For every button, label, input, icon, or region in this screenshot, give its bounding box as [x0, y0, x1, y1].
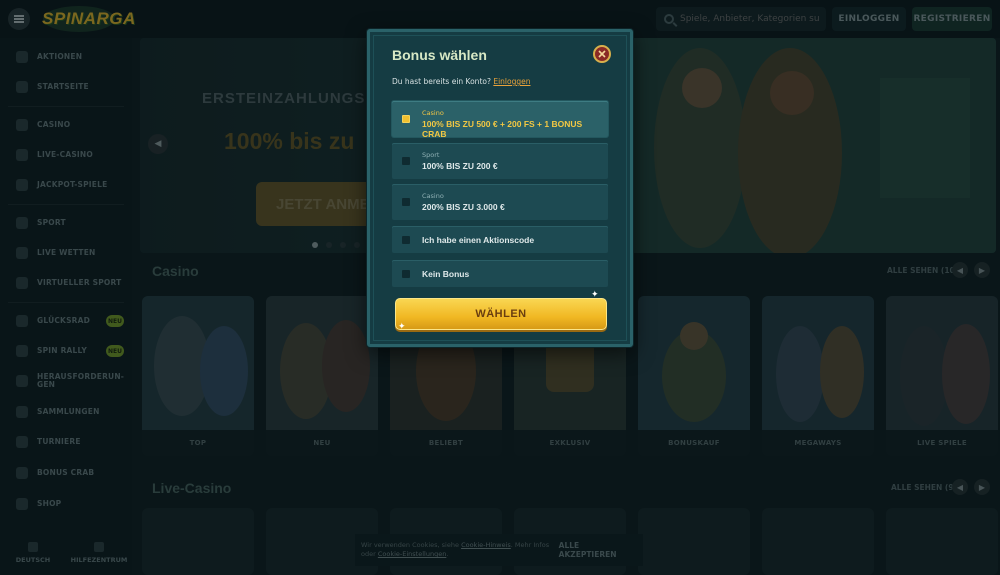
option-value: Kein Bonus [422, 269, 470, 279]
option-value: Ich habe einen Aktionscode [422, 235, 535, 245]
option-checkbox[interactable] [402, 198, 410, 206]
option-checkbox[interactable] [402, 235, 410, 244]
account-question: Du hast bereits ein Konto? [392, 77, 491, 86]
account-prompt: Du hast bereits ein Konto? Einloggen [392, 77, 530, 86]
bonus-option-promo-code[interactable]: Ich habe einen Aktionscode [392, 226, 608, 253]
choose-bonus-button[interactable]: WÄHLEN [395, 298, 607, 330]
option-checkbox[interactable] [402, 157, 410, 165]
modal-title: Bonus wählen [392, 47, 487, 63]
option-value: 100% BIS ZU 500 € + 200 FS + 1 BONUS CRA… [422, 119, 583, 139]
option-category: Casino [422, 192, 444, 200]
option-checkbox[interactable] [402, 269, 410, 278]
bonus-option-casino-500[interactable]: Casino 100% BIS ZU 500 € + 200 FS + 1 BO… [392, 101, 608, 139]
option-category: Casino [422, 109, 444, 117]
sparkle-icon: ✦ [398, 322, 406, 332]
bonus-modal: Bonus wählen Du hast bereits ein Konto? … [367, 29, 633, 347]
close-icon [598, 50, 606, 58]
bonus-option-no-bonus[interactable]: Kein Bonus [392, 260, 608, 287]
option-category: Sport [422, 151, 440, 159]
sparkle-icon: ✦ [591, 290, 599, 300]
bonus-option-sport-200[interactable]: Sport 100% BIS ZU 200 € [392, 143, 608, 179]
close-button[interactable] [593, 45, 611, 63]
option-value: 100% BIS ZU 200 € [422, 161, 498, 171]
login-link[interactable]: Einloggen [493, 77, 530, 86]
bonus-option-casino-3000[interactable]: Casino 200% BIS ZU 3.000 € [392, 184, 608, 220]
option-checkbox[interactable] [402, 115, 410, 123]
option-value: 200% BIS ZU 3.000 € [422, 202, 505, 212]
